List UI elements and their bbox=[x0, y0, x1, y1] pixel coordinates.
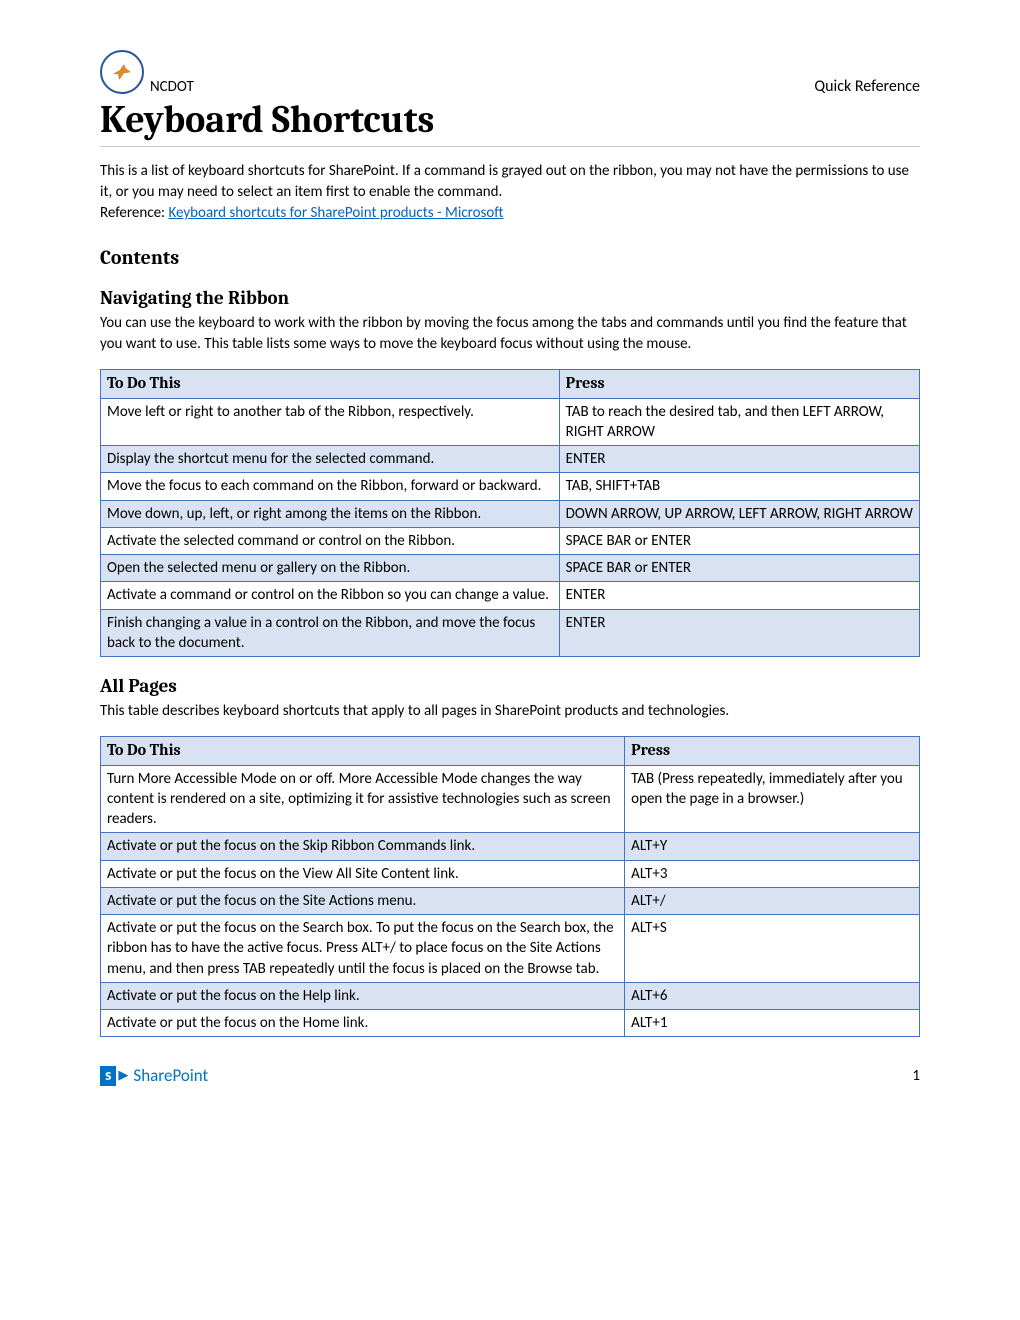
action-cell: Activate or put the focus on the Help li… bbox=[101, 982, 625, 1009]
table-row: Turn More Accessible Mode on or off. Mor… bbox=[101, 765, 920, 833]
section2-desc: This table describes keyboard shortcuts … bbox=[100, 701, 920, 722]
table-row: Activate or put the focus on the Site Ac… bbox=[101, 887, 920, 914]
press-cell: ENTER bbox=[559, 446, 919, 473]
action-cell: Finish changing a value in a control on … bbox=[101, 609, 560, 657]
contents-heading: Contents bbox=[100, 246, 920, 269]
table-row: Open the selected menu or gallery on the… bbox=[101, 555, 920, 582]
sharepoint-label: SharePoint bbox=[133, 1065, 208, 1086]
action-cell: Activate or put the focus on the Skip Ri… bbox=[101, 833, 625, 860]
action-cell: Activate or put the focus on the Home li… bbox=[101, 1010, 625, 1037]
intro-block: This is a list of keyboard shortcuts for… bbox=[100, 161, 920, 224]
press-cell: ALT+3 bbox=[625, 860, 920, 887]
sharepoint-mark-icon: s bbox=[100, 1066, 116, 1086]
doc-header: NCDOT Quick Reference bbox=[100, 50, 920, 96]
press-cell: ENTER bbox=[559, 609, 919, 657]
action-cell: Open the selected menu or gallery on the… bbox=[101, 555, 560, 582]
press-cell: ALT+S bbox=[625, 915, 920, 983]
table-row: Activate or put the focus on the Search … bbox=[101, 915, 920, 983]
table-row: Move left or right to another tab of the… bbox=[101, 398, 920, 446]
action-cell: Move down, up, left, or right among the … bbox=[101, 500, 560, 527]
press-cell: ENTER bbox=[559, 582, 919, 609]
press-cell: ALT+6 bbox=[625, 982, 920, 1009]
reference-line: Reference: Keyboard shortcuts for ShareP… bbox=[100, 203, 920, 224]
footer: s▶ SharePoint 1 bbox=[100, 1065, 920, 1086]
table-row: Activate or put the focus on the View Al… bbox=[101, 860, 920, 887]
action-cell: Move left or right to another tab of the… bbox=[101, 398, 560, 446]
section2-heading: All Pages bbox=[100, 675, 920, 697]
action-cell: Display the shortcut menu for the select… bbox=[101, 446, 560, 473]
doc-type-label: Quick Reference bbox=[814, 77, 920, 96]
table-row: Finish changing a value in a control on … bbox=[101, 609, 920, 657]
table-row: Activate or put the focus on the Home li… bbox=[101, 1010, 920, 1037]
bird-icon bbox=[111, 61, 133, 83]
col-action-header: To Do This bbox=[101, 370, 560, 399]
table-row: Move down, up, left, or right among the … bbox=[101, 500, 920, 527]
table-row: Activate or put the focus on the Skip Ri… bbox=[101, 833, 920, 860]
action-cell: Activate the selected command or control… bbox=[101, 527, 560, 554]
table-row: Activate a command or control on the Rib… bbox=[101, 582, 920, 609]
press-cell: ALT+/ bbox=[625, 887, 920, 914]
table-header-row: To Do This Press bbox=[101, 737, 920, 766]
table-row: Display the shortcut menu for the select… bbox=[101, 446, 920, 473]
press-cell: ALT+1 bbox=[625, 1010, 920, 1037]
col-press-header: Press bbox=[559, 370, 919, 399]
table-header-row: To Do This Press bbox=[101, 370, 920, 399]
reference-link[interactable]: Keyboard shortcuts for SharePoint produc… bbox=[168, 204, 503, 222]
press-cell: SPACE BAR or ENTER bbox=[559, 555, 919, 582]
col-action-header: To Do This bbox=[101, 737, 625, 766]
table-row: Activate the selected command or control… bbox=[101, 527, 920, 554]
all-pages-shortcuts-table: To Do This Press Turn More Accessible Mo… bbox=[100, 736, 920, 1037]
table-row: Move the focus to each command on the Ri… bbox=[101, 473, 920, 500]
col-press-header: Press bbox=[625, 737, 920, 766]
action-cell: Activate or put the focus on the View Al… bbox=[101, 860, 625, 887]
press-cell: DOWN ARROW, UP ARROW, LEFT ARROW, RIGHT … bbox=[559, 500, 919, 527]
intro-paragraph: This is a list of keyboard shortcuts for… bbox=[100, 161, 920, 203]
press-cell: ALT+Y bbox=[625, 833, 920, 860]
press-cell: TAB, SHIFT+TAB bbox=[559, 473, 919, 500]
table-row: Activate or put the focus on the Help li… bbox=[101, 982, 920, 1009]
press-cell: TAB (Press repeatedly, immediately after… bbox=[625, 765, 920, 833]
section1-desc: You can use the keyboard to work with th… bbox=[100, 313, 920, 355]
action-cell: Turn More Accessible Mode on or off. Mor… bbox=[101, 765, 625, 833]
action-cell: Activate a command or control on the Rib… bbox=[101, 582, 560, 609]
reference-label: Reference: bbox=[100, 204, 168, 222]
page-title: Keyboard Shortcuts bbox=[100, 98, 920, 147]
press-cell: SPACE BAR or ENTER bbox=[559, 527, 919, 554]
ribbon-shortcuts-table: To Do This Press Move left or right to a… bbox=[100, 369, 920, 657]
org-block: NCDOT bbox=[100, 50, 194, 96]
press-cell: TAB to reach the desired tab, and then L… bbox=[559, 398, 919, 446]
action-cell: Activate or put the focus on the Site Ac… bbox=[101, 887, 625, 914]
sharepoint-logo: s▶ SharePoint bbox=[100, 1065, 208, 1086]
sharepoint-arrow-icon: ▶ bbox=[118, 1068, 128, 1083]
page-number: 1 bbox=[912, 1067, 920, 1085]
action-cell: Move the focus to each command on the Ri… bbox=[101, 473, 560, 500]
action-cell: Activate or put the focus on the Search … bbox=[101, 915, 625, 983]
section1-heading: Navigating the Ribbon bbox=[100, 287, 920, 309]
org-name: NCDOT bbox=[150, 78, 194, 96]
ncdot-logo bbox=[100, 50, 144, 94]
